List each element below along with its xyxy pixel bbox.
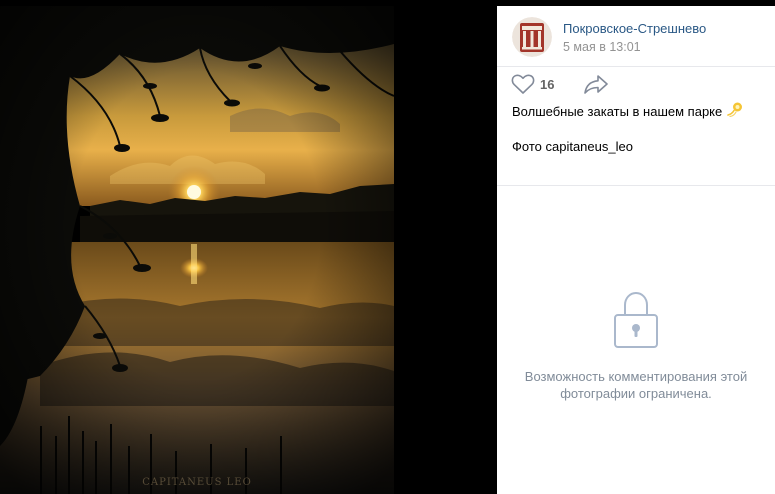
post-date[interactable]: 5 мая в 13:01: [563, 40, 641, 54]
share-button[interactable]: [583, 74, 609, 99]
photo-viewer: CAPITANEUS LEO Покровское-Стрешнево 5 ма…: [0, 0, 775, 494]
caption-text: Волшебные закаты в нашем парке: [512, 103, 723, 119]
share-arrow-icon: [584, 75, 608, 94]
like-button[interactable]: 16: [511, 74, 554, 94]
comments-locked-text: Возможность комментирования этой фотогра…: [524, 369, 748, 401]
post-caption: Волшебные закаты в нашем парке Фото capi…: [497, 101, 775, 155]
like-count: 16: [540, 76, 555, 92]
community-avatar[interactable]: [512, 17, 552, 57]
community-name-link[interactable]: Покровское-Стрешнево: [563, 21, 706, 36]
photo-info-panel: Покровское-Стрешнево 5 мая в 13:01 16 Во…: [497, 6, 775, 494]
lock-icon: [614, 291, 658, 348]
photo-area: CAPITANEUS LEO: [0, 0, 497, 494]
photo-watermark: CAPITANEUS LEO: [142, 477, 252, 488]
sunset-photo[interactable]: [0, 6, 394, 494]
comments-divider: [497, 185, 775, 186]
photo-credit: Фото capitaneus_leo: [512, 139, 633, 154]
comments-locked-notice: Возможность комментирования этой фотогра…: [497, 291, 775, 402]
pavilion-logo-icon: [512, 17, 552, 57]
dizzy-emoji-icon: [727, 101, 744, 121]
post-header: Покровское-Стрешнево 5 мая в 13:01: [497, 6, 775, 67]
heart-icon: [511, 74, 535, 94]
post-actions: 16: [497, 67, 775, 101]
